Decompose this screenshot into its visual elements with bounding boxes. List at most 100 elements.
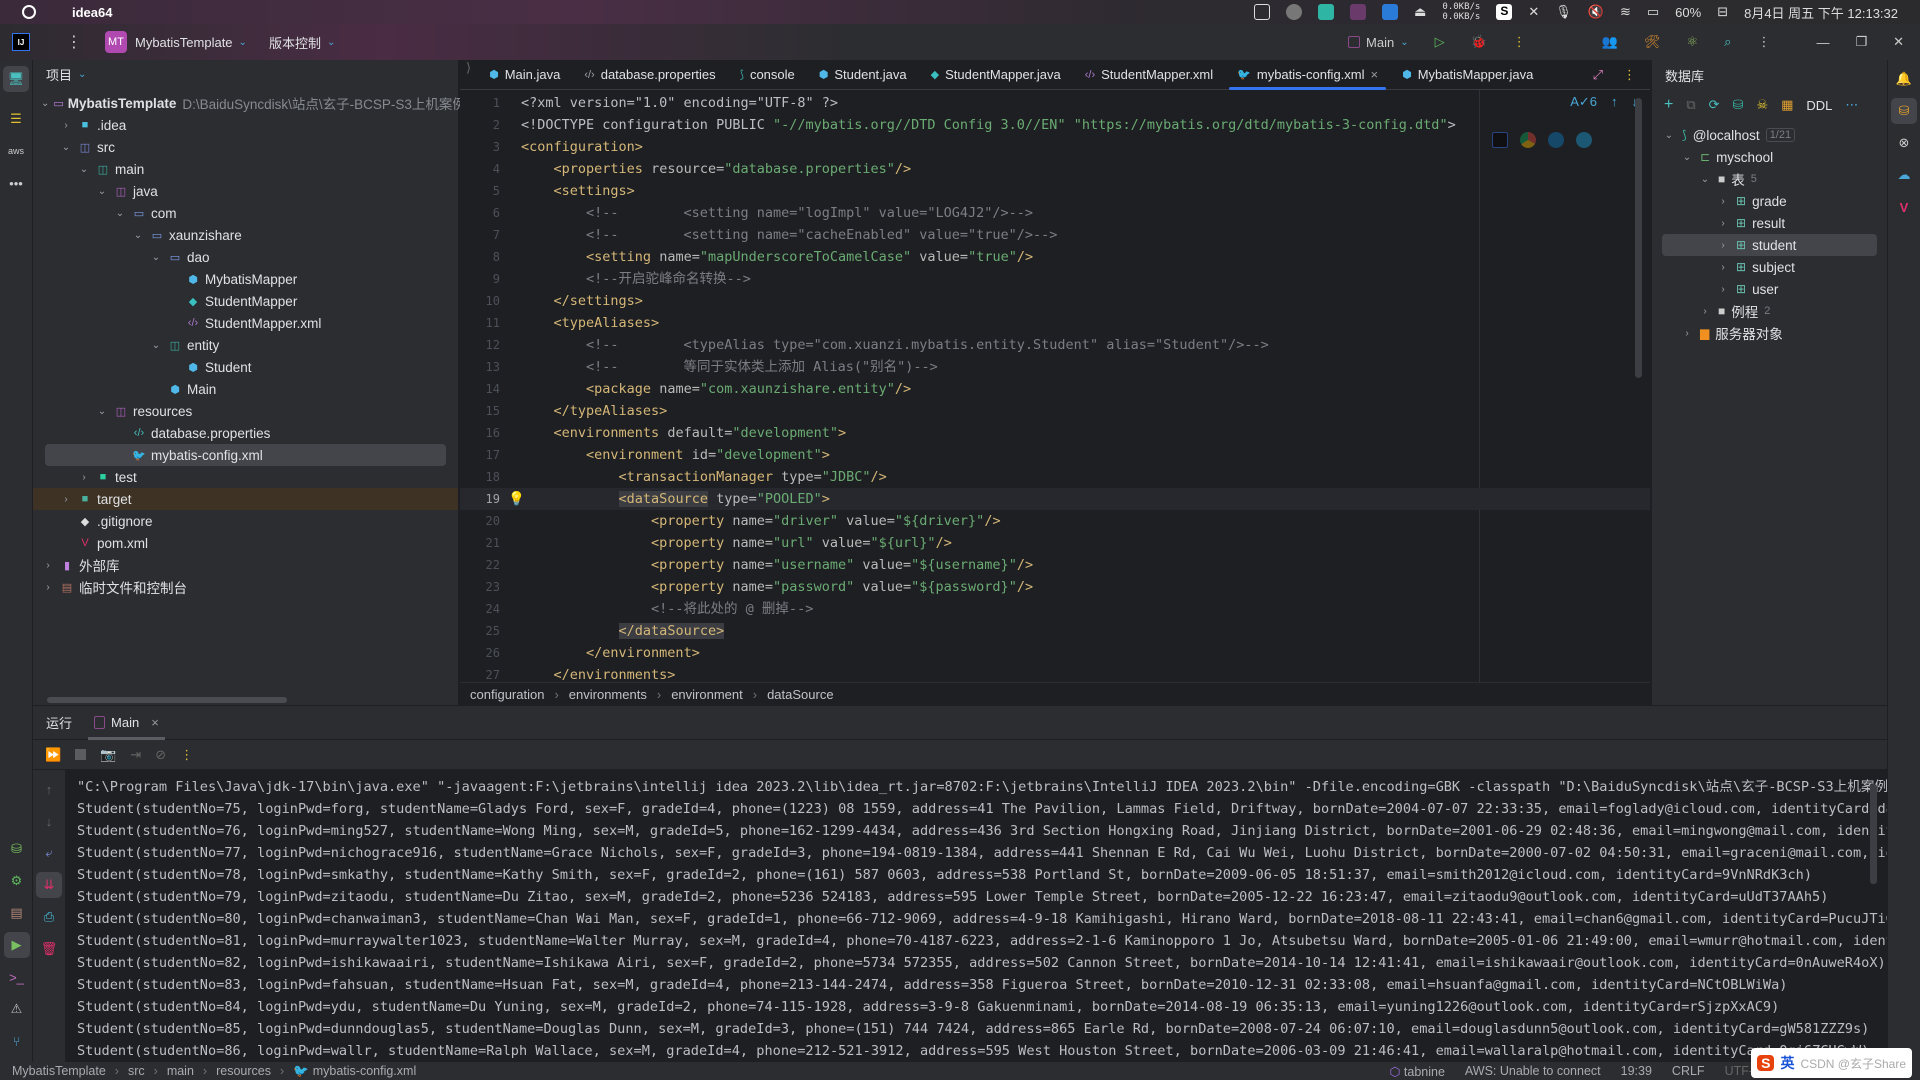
code-line[interactable]: 14 <package name="com.xaunzishare.entity… <box>460 378 1650 400</box>
editor-tab[interactable]: ⬢ Main.java <box>477 60 572 90</box>
maximize-editor-icon[interactable]: ⤢ <box>1593 67 1603 83</box>
code-line[interactable]: 1 <?xml version="1.0" encoding="UTF-8" ?> <box>460 92 1650 114</box>
code-line[interactable]: 18 <transactionManager type="JDBC"/> <box>460 466 1650 488</box>
chevron-down-icon[interactable]: ⌄ <box>41 98 49 109</box>
line-ending[interactable]: CRLF <box>1672 1064 1705 1078</box>
breadcrumb-item[interactable]: environments <box>569 687 647 702</box>
cloud-tool-icon[interactable]: ☁ <box>1891 162 1917 188</box>
project-selector[interactable]: MybatisTemplate ⌄ <box>135 35 247 50</box>
scroll-up-icon[interactable]: ↑ <box>36 776 62 802</box>
intellij-browser-icon[interactable] <box>1492 132 1508 148</box>
ime-toolbar[interactable]: S 英 CSDN @玄子Share <box>1751 1048 1912 1078</box>
plugin-icon[interactable]: ⚛ <box>1687 34 1699 50</box>
q-tray-icon[interactable] <box>1382 4 1399 20</box>
project-tree-item[interactable]: ⬢ MybatisMapper <box>33 268 458 290</box>
database-tool-icon[interactable]: ⛁ <box>1891 98 1917 124</box>
soft-wrap-icon[interactable]: ⤶ <box>36 840 62 866</box>
edit-table-icon[interactable]: ▦ <box>1781 97 1793 113</box>
project-tree-item[interactable]: 🐦 mybatis-config.xml <box>45 444 446 466</box>
edge-icon[interactable] <box>1548 132 1564 148</box>
chevron-down-icon[interactable]: ⌄ <box>113 208 127 219</box>
project-tree-item[interactable]: › ■ .idea <box>33 114 458 136</box>
code-line[interactable]: 8 <setting name="mapUnderscoreToCamelCas… <box>460 246 1650 268</box>
sql-query-icon[interactable]: ⛁ <box>1733 97 1744 113</box>
project-tree-item[interactable]: ⌄ ◫ src <box>33 136 458 158</box>
services-icon[interactable]: ⚙ <box>4 868 30 894</box>
chevron-right-icon[interactable]: › <box>1716 196 1730 207</box>
sogou-tray-icon[interactable]: S <box>1496 4 1513 20</box>
stop-icon[interactable] <box>75 749 87 760</box>
project-tree-item[interactable]: ⌄ ◫ main <box>33 158 458 180</box>
code-line[interactable]: 3 <configuration> <box>460 136 1650 158</box>
project-tree-item[interactable]: ◆ StudentMapper <box>33 290 458 312</box>
chevron-down-icon[interactable]: ⌄ <box>149 252 163 263</box>
scroll-to-end-icon[interactable]: ⇊ <box>36 872 62 898</box>
code-line[interactable]: 9 <!--开启驼峰命名转换--> <box>460 268 1650 290</box>
chevron-right-icon[interactable]: › <box>41 560 55 571</box>
copy-icon[interactable]: ⧉ <box>1686 97 1695 113</box>
project-tree-item[interactable]: ‹/› database.properties <box>33 422 458 444</box>
chrome-icon[interactable] <box>1520 132 1536 148</box>
code-line[interactable]: 2 <!DOCTYPE configuration PUBLIC "-//myba… <box>460 114 1650 136</box>
settings-menu-icon[interactable]: ⋮ <box>1757 34 1770 50</box>
bluetooth-off-icon[interactable]: ✕ <box>1528 4 1539 20</box>
code-editor[interactable]: 1 <?xml version="1.0" encoding="UTF-8" ?>… <box>460 90 1650 682</box>
project-tree-item[interactable]: ◆ .gitignore <box>33 510 458 532</box>
code-line[interactable]: 7 <!-- <setting name="cacheEnabled" valu… <box>460 224 1650 246</box>
status-path-item[interactable]: mybatis-config.xml <box>313 1064 417 1078</box>
display-icon[interactable]: ▭ <box>1647 4 1659 20</box>
code-line[interactable]: 27 </environments> <box>460 664 1650 682</box>
code-line[interactable]: 21 <property name="url" value="${url}"/> <box>460 532 1650 554</box>
disconnect-icon[interactable]: ☠ <box>1756 97 1768 113</box>
chevron-right-icon[interactable]: › <box>1716 284 1730 295</box>
code-line[interactable]: 17 <environment id="development"> <box>460 444 1650 466</box>
code-line[interactable]: 25 </dataSource> <box>460 620 1650 642</box>
database-tree-item[interactable]: › ▆ 服务器对象 <box>1652 322 1887 344</box>
project-tree-item[interactable]: ‹/› StudentMapper.xml <box>33 312 458 334</box>
chevron-right-icon[interactable]: › <box>1698 306 1712 317</box>
aws-tool-icon[interactable]: aws <box>3 138 29 164</box>
project-tree-item[interactable]: ⬢ Student <box>33 356 458 378</box>
scroll-down-icon[interactable]: ↓ <box>36 808 62 834</box>
chevron-down-icon[interactable]: ⌄ <box>95 406 109 417</box>
run-icon[interactable]: ▷ <box>1435 34 1445 50</box>
search-icon[interactable]: ⌕ <box>1724 34 1731 50</box>
code-line[interactable]: 5 <settings> <box>460 180 1650 202</box>
toggle-tray-icon[interactable]: ⊟ <box>1717 4 1728 20</box>
ime-mode[interactable]: 英 <box>1780 1053 1794 1073</box>
run-tab-main[interactable]: Main × <box>88 706 165 740</box>
run-tool-icon[interactable]: ▶ <box>3 932 30 958</box>
chevron-down-icon[interactable]: ⌄ <box>1680 152 1694 163</box>
code-line[interactable]: 15 </typeAliases> <box>460 400 1650 422</box>
terminal-icon[interactable]: >_ <box>4 964 30 990</box>
maven-v-icon[interactable]: V <box>1891 194 1917 220</box>
status-path-item[interactable]: src <box>128 1064 145 1078</box>
inspection-widget[interactable]: A✓6 ↑ ↓ <box>1570 94 1638 110</box>
project-tree-item[interactable]: ⬢ Main <box>33 378 458 400</box>
code-with-me-icon[interactable]: 👥 <box>1602 34 1618 50</box>
minimize-button[interactable]: — <box>1816 35 1829 50</box>
rerun-icon[interactable]: ⏩ <box>45 747 61 763</box>
tab-scroll-left[interactable]: ⟩ <box>460 60 477 90</box>
exit-icon[interactable]: ⇥ <box>130 747 141 763</box>
chevron-right-icon[interactable]: › <box>59 120 73 131</box>
chevron-down-icon[interactable]: ⌄ <box>149 340 163 351</box>
project-tree-item[interactable]: ⌄ ▭ MybatisTemplate D:\BaiduSyncdisk\站点\玄子-… <box>33 92 466 114</box>
editor-tab[interactable]: ‹/› StudentMapper.xml <box>1073 60 1225 90</box>
code-line[interactable]: 16 <environments default="development"> <box>460 422 1650 444</box>
status-path-item[interactable]: resources <box>216 1064 271 1078</box>
chevron-right-icon[interactable]: › <box>1680 328 1694 339</box>
editor-tab[interactable]: ⬢ Student.java <box>807 60 919 90</box>
more-icon[interactable]: ⋯ <box>1845 97 1858 113</box>
database-changes-icon[interactable]: ⛁ <box>4 836 30 862</box>
code-line[interactable]: 22 <property name="username" value="${us… <box>460 554 1650 576</box>
horizontal-scrollbar[interactable] <box>47 697 287 703</box>
code-line[interactable]: 13 <!-- 等同于实体类上添加 Alias("别名")--> <box>460 356 1650 378</box>
more-tools-icon[interactable]: ••• <box>3 170 29 196</box>
project-panel-header[interactable]: 项目 ⌄ <box>33 60 458 88</box>
editor-scrollbar[interactable] <box>1635 98 1642 378</box>
console-output[interactable]: "C:\Program Files\Java\jdk-17\bin\java.e… <box>65 770 1887 1062</box>
app-tray-icon[interactable] <box>1286 4 1303 20</box>
editor-tab[interactable]: ‹/› database.properties <box>572 60 727 90</box>
close-tab-icon[interactable]: × <box>151 715 159 730</box>
